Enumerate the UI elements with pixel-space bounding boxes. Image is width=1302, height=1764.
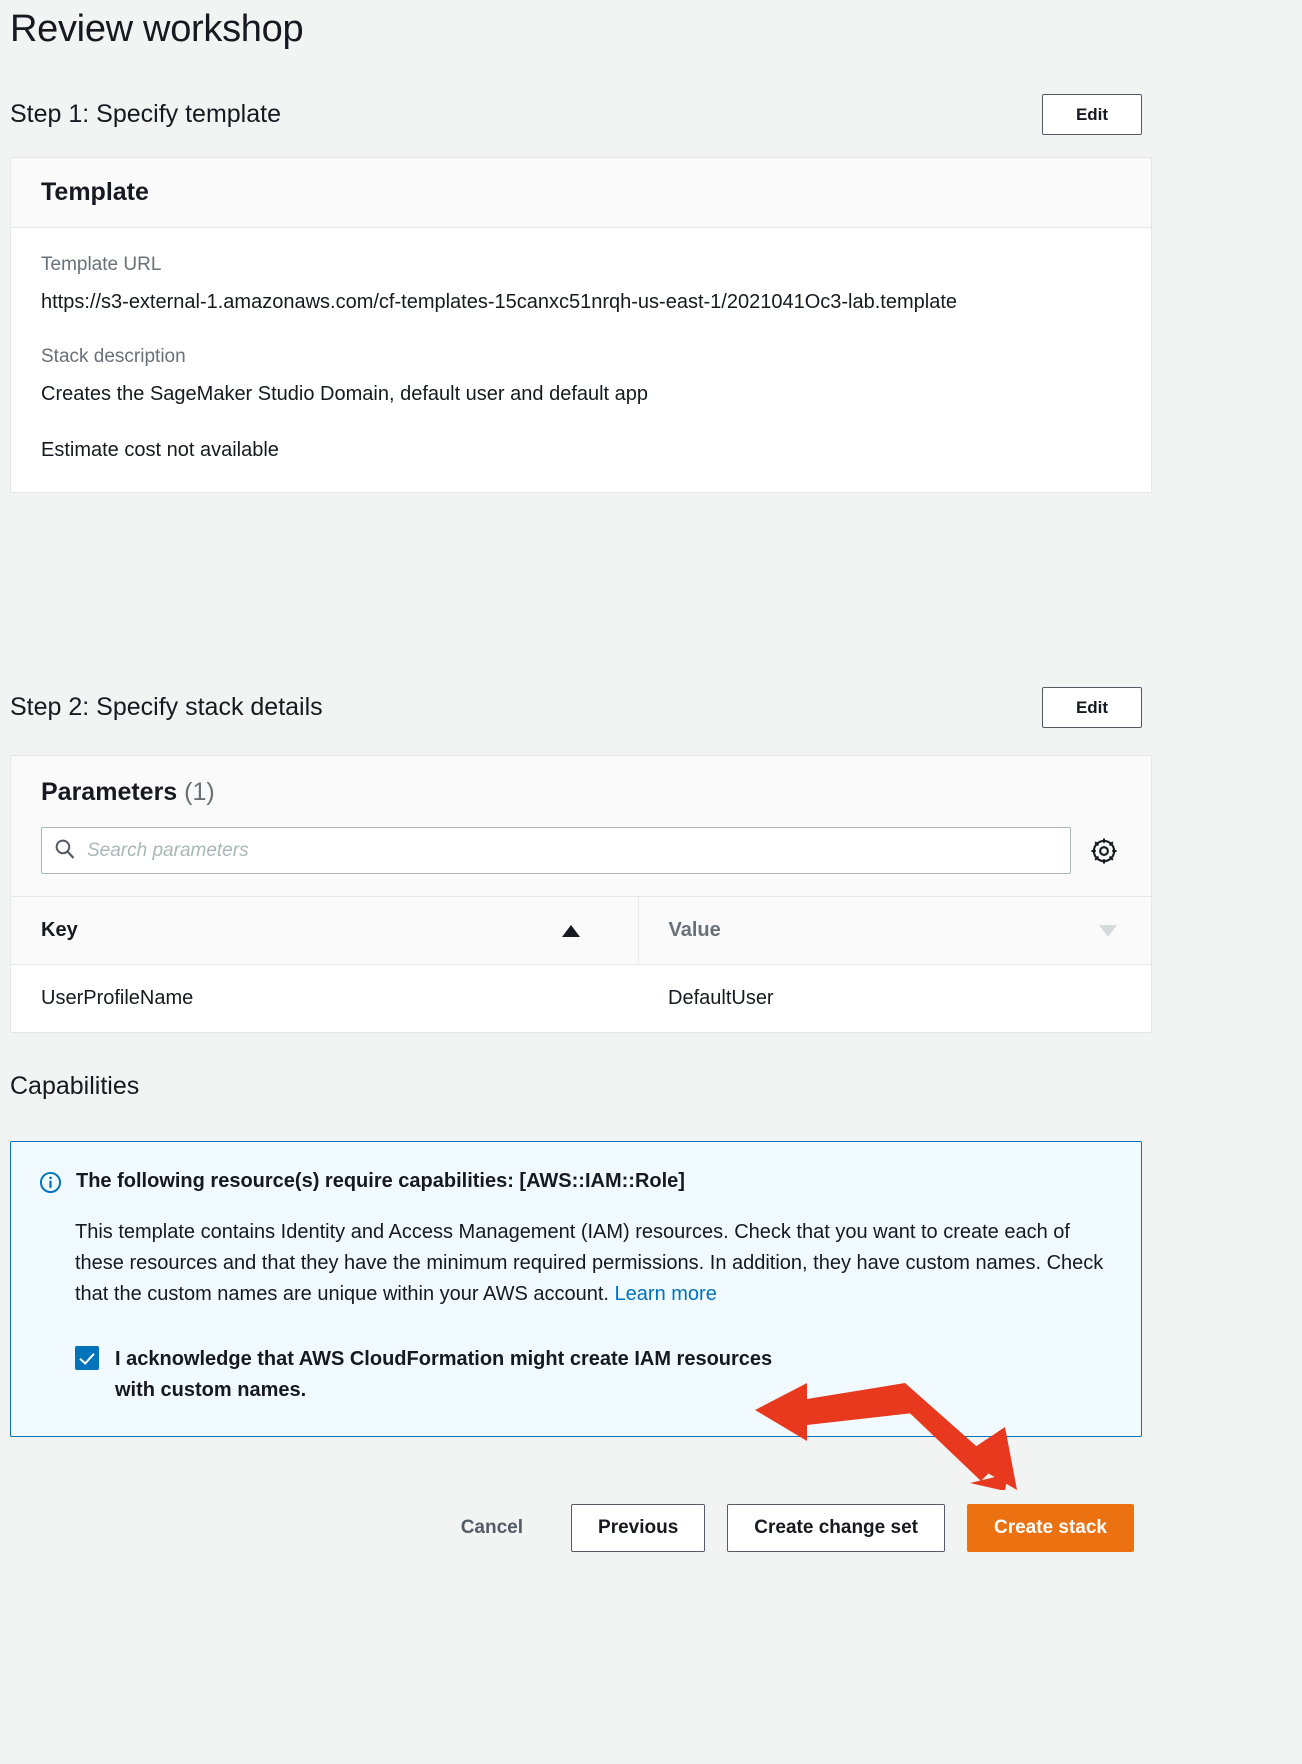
search-box[interactable] <box>41 827 1071 874</box>
template-card-title: Template <box>41 178 149 206</box>
template-url-value: https://s3-external-1.amazonaws.com/cf-t… <box>41 291 958 313</box>
gear-icon[interactable] <box>1087 834 1121 868</box>
cancel-button[interactable]: Cancel <box>435 1504 549 1552</box>
alert-body-text: This template contains Identity and Acce… <box>75 1221 1104 1305</box>
template-card-header: Template <box>11 158 1151 228</box>
column-header-key-label: Key <box>41 919 78 941</box>
parameter-key-cell: UserProfileName <box>11 964 638 1032</box>
sort-ascending-icon[interactable] <box>561 924 580 937</box>
footer-actions: Cancel Previous Create change set Create… <box>0 1504 1302 1552</box>
parameters-table-head: Key Value <box>11 897 1151 965</box>
capabilities-title: Capabilities <box>10 1072 140 1100</box>
search-input[interactable] <box>85 838 1058 863</box>
parameters-table: Key Value UserProfileName DefaultUser <box>11 897 1151 1032</box>
column-header-value-label: Value <box>668 919 721 941</box>
parameters-card-header: Parameters (1) <box>11 756 1151 897</box>
acknowledge-row[interactable]: I acknowledge that AWS CloudFormation mi… <box>75 1344 1113 1406</box>
table-row: UserProfileName DefaultUser <box>11 964 1151 1032</box>
estimate-cost-note: Estimate cost not available <box>41 438 279 461</box>
info-icon <box>39 1171 62 1199</box>
alert-heading: The following resource(s) require capabi… <box>76 1170 685 1192</box>
column-header-key[interactable]: Key <box>11 897 638 965</box>
learn-more-link[interactable]: Learn more <box>615 1283 717 1305</box>
create-change-set-button[interactable]: Create change set <box>727 1504 945 1552</box>
parameters-title: Parameters (1) <box>41 778 1121 807</box>
search-icon <box>54 838 75 864</box>
capabilities-alert: The following resource(s) require capabi… <box>10 1141 1142 1437</box>
template-url-label: Template URL <box>41 254 162 275</box>
previous-button[interactable]: Previous <box>571 1504 706 1552</box>
parameters-table-body: UserProfileName DefaultUser <box>11 964 1151 1032</box>
template-card: Template Template URL https://s3-externa… <box>10 157 1152 493</box>
alert-body: This template contains Identity and Acce… <box>75 1217 1113 1310</box>
parameters-search-row <box>41 827 1121 874</box>
parameters-table-header-row: Key Value <box>11 897 1151 965</box>
stack-description-label: Stack description <box>41 346 186 368</box>
acknowledge-checkbox[interactable] <box>75 1346 99 1370</box>
step-2-title: Step 2: Specify stack details <box>10 693 323 721</box>
acknowledge-label: I acknowledge that AWS CloudFormation mi… <box>115 1348 773 1401</box>
step-2-edit-button[interactable]: Edit <box>1042 687 1142 728</box>
template-card-body: Template URL https://s3-external-1.amazo… <box>11 228 1151 492</box>
step-1-header: Step 1: Specify template Edit <box>10 94 1142 135</box>
parameter-value-cell: DefaultUser <box>638 964 1151 1032</box>
review-workshop-page: Review workshop Step 1: Specify template… <box>0 0 1302 1764</box>
column-header-value[interactable]: Value <box>637 897 1151 965</box>
stack-description-value: Creates the SageMaker Studio Domain, def… <box>41 383 649 406</box>
step-2-header: Step 2: Specify stack details Edit <box>10 687 1142 728</box>
sort-descending-icon[interactable] <box>1099 924 1117 937</box>
parameters-count: (1) <box>184 778 215 806</box>
parameters-title-text: Parameters <box>41 778 178 806</box>
step-1-edit-button[interactable]: Edit <box>1042 94 1142 135</box>
page-title: Review workshop <box>10 8 304 50</box>
create-stack-button[interactable]: Create stack <box>966 1504 1134 1552</box>
alert-heading-row: The following resource(s) require capabi… <box>39 1168 1113 1199</box>
parameters-card: Parameters (1) Search parameters Key Val… <box>10 755 1152 1033</box>
step-1-title: Step 1: Specify template <box>10 100 281 128</box>
